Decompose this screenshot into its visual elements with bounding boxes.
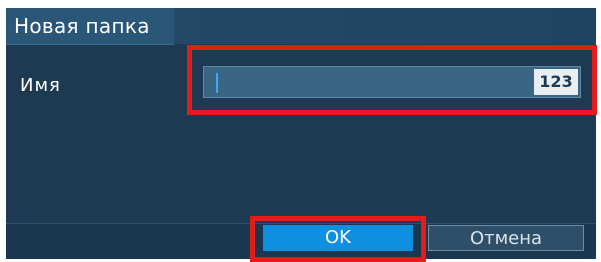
dialog-title: Новая папка xyxy=(14,14,150,38)
ok-highlight-box xyxy=(250,216,426,262)
dialog-title-tab: Новая папка xyxy=(6,8,174,45)
input-highlight-box xyxy=(187,45,597,115)
name-label: Имя xyxy=(20,75,61,96)
dialog-title-bar: Новая папка xyxy=(6,8,596,45)
cancel-button[interactable]: Отмена xyxy=(428,225,584,251)
